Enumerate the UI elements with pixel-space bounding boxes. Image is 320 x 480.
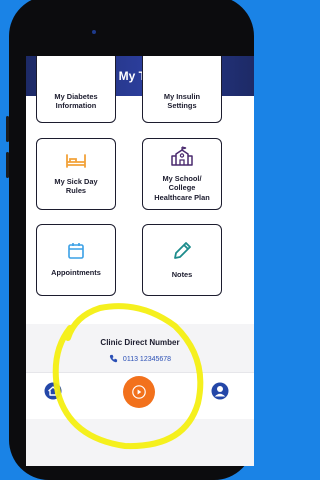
front-camera [92, 30, 96, 34]
pencil-icon [171, 240, 193, 267]
profile-icon[interactable] [211, 382, 229, 405]
phone-side-button [6, 152, 9, 178]
app-screen: My T1D My Diabetes Information My Insuli… [26, 56, 254, 466]
tile-label: My Diabetes Information [54, 91, 98, 110]
tile-label: Notes [171, 270, 193, 280]
tile-my-sick-day-rules[interactable]: My Sick Day Rules [36, 138, 116, 210]
phone-icon [109, 354, 118, 365]
tile-label: Appointments [51, 268, 101, 278]
tile-appointments[interactable]: Appointments [36, 224, 116, 296]
tile-my-school-college-healthcare-plan[interactable]: My School/ College Healthcare Plan [142, 138, 222, 210]
clinic-phone-number: 0113 12345678 [122, 356, 172, 363]
tile-label: My School/ College Healthcare Plan [154, 174, 210, 202]
school-icon [170, 146, 194, 171]
tile-my-insulin-settings[interactable]: My Insulin Settings [142, 56, 222, 123]
tile-label: My Sick Day Rules [54, 176, 98, 195]
bed-icon [65, 153, 87, 174]
clinic-direct-number-title: Clinic Direct Number [100, 338, 180, 347]
tile-label: My Insulin Settings [163, 91, 201, 110]
phone-frame: My T1D My Diabetes Information My Insuli… [6, 0, 254, 480]
home-icon[interactable] [44, 382, 62, 405]
play-icon [132, 385, 146, 399]
clinic-phone-link[interactable]: 0113 12345678 [26, 354, 254, 365]
tile-my-diabetes-information[interactable]: My Diabetes Information [36, 56, 116, 123]
center-action-button[interactable] [123, 376, 155, 408]
calendar-icon [67, 242, 85, 265]
tile-notes[interactable]: Notes [142, 224, 222, 296]
phone-side-button [6, 116, 9, 142]
